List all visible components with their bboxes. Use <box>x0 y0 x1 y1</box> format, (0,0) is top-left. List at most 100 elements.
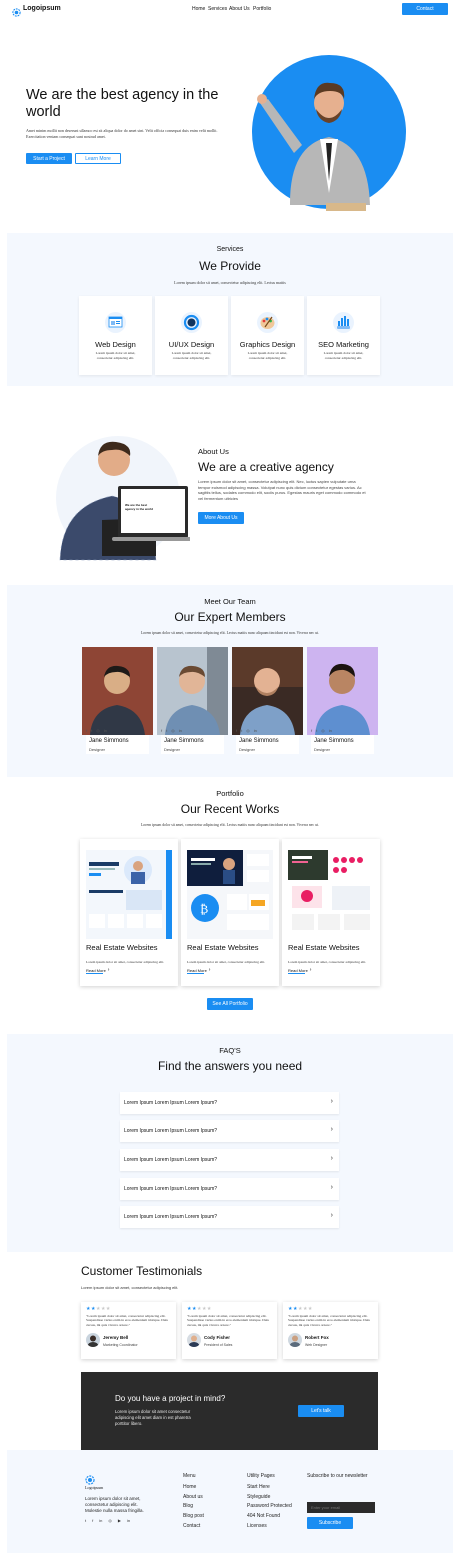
instagram-icon[interactable]: ◎ <box>321 728 325 733</box>
footer-menu-link[interactable]: Blog post <box>183 1513 204 1519</box>
uiux-design-icon <box>181 312 202 333</box>
portfolio-card[interactable]: Real Estate Websites Lorem ipsum dolor s… <box>282 839 380 986</box>
footer-utility-link[interactable]: Password Protected <box>247 1503 292 1509</box>
linkedin-icon[interactable]: in <box>179 728 182 733</box>
read-more-underline <box>288 973 305 974</box>
service-card[interactable]: UI/UX Design Lorem ipsum dolor sit amet,… <box>155 296 228 375</box>
instagram-icon[interactable]: ◎ <box>171 728 175 733</box>
rating-stars: ★★★★★ <box>187 1306 212 1312</box>
twitter-icon[interactable]: t <box>85 1518 86 1523</box>
footer-utility-link[interactable]: Start Here <box>247 1484 270 1490</box>
chevron-right-icon: › <box>330 1155 333 1162</box>
team-photo <box>232 647 303 735</box>
about-eyebrow: About Us <box>198 447 229 456</box>
member-role: Designer <box>314 747 331 752</box>
twitter-icon[interactable]: t <box>166 728 167 733</box>
subscribe-button[interactable]: Subscribe <box>307 1517 353 1529</box>
logo-text[interactable]: Logoipsum <box>23 5 61 12</box>
linkedin-icon[interactable]: in <box>254 728 257 733</box>
avatar <box>288 1333 302 1347</box>
facebook-icon[interactable]: f <box>161 728 162 733</box>
logo-icon[interactable] <box>12 4 21 17</box>
facebook-icon[interactable]: f <box>311 728 312 733</box>
portfolio-card[interactable]: ₿ Real Estate Websites Lorem ipsum dolor… <box>181 839 279 986</box>
learn-more-button[interactable]: Learn More <box>75 153 121 164</box>
portfolio-preview <box>86 850 172 939</box>
faq-item[interactable]: Lorem Ipsum Lorem Ipsum Lorem Ipsum? › <box>120 1120 339 1142</box>
footer-menu-link[interactable]: About us <box>183 1494 203 1500</box>
social-icons: f t ◎ in <box>311 728 351 733</box>
team-card[interactable]: f t ◎ in Jane Simmons Designer <box>307 647 378 754</box>
instagram-icon[interactable]: ◎ <box>246 728 250 733</box>
social-icons: f t ◎ in <box>86 728 126 733</box>
chevron-right-icon: › <box>330 1126 333 1133</box>
hero-section: We are the best agency in the world Amet… <box>0 18 460 233</box>
faq-question: Lorem Ipsum Lorem Ipsum Lorem Ipsum? <box>124 1157 218 1163</box>
twitter-icon[interactable]: t <box>91 728 92 733</box>
nav-link-home[interactable]: Home <box>192 6 205 12</box>
read-more-underline <box>187 973 204 974</box>
linkedin-icon[interactable]: in <box>104 728 107 733</box>
chevron-right-icon: › <box>330 1212 333 1219</box>
faq-question: Lorem Ipsum Lorem Ipsum Lorem Ipsum? <box>124 1186 218 1192</box>
member-name: Jane Simmons <box>164 738 204 744</box>
nav-link-services[interactable]: Services <box>208 6 227 12</box>
about-image: We are the best agency in the world <box>52 430 192 562</box>
nav-link-about[interactable]: About Us <box>229 6 250 12</box>
footer-menu-link[interactable]: Home <box>183 1484 196 1490</box>
team-card[interactable]: f t ◎ in Jane Simmons Designer <box>157 647 228 754</box>
team-card[interactable]: f t ◎ in Jane Simmons Designer <box>232 647 303 754</box>
facebook-icon[interactable]: f <box>92 1518 93 1523</box>
footer-logo-text[interactable]: Logoipsum <box>85 1485 103 1490</box>
portfolio-card[interactable]: Real Estate Websites Lorem ipsum dolor s… <box>80 839 178 986</box>
services-subtitle: Lorem ipsum dolor sit amet, consectetur … <box>174 280 286 285</box>
web-design-icon <box>105 312 126 333</box>
instagram-icon[interactable]: ◎ <box>96 728 100 733</box>
footer-logo-icon[interactable] <box>85 1472 95 1485</box>
footer <box>7 1450 453 1553</box>
footer-utility-link[interactable]: Styleguide <box>247 1494 270 1500</box>
footer-menu-link[interactable]: Blog <box>183 1503 193 1509</box>
faq-question: Lorem Ipsum Lorem Ipsum Lorem Ipsum? <box>124 1128 218 1134</box>
start-project-button[interactable]: Start a Project <box>26 153 72 164</box>
lets-talk-button[interactable]: Let's talk <box>298 1405 344 1417</box>
facebook-icon[interactable]: f <box>236 728 237 733</box>
chevron-right-icon: › <box>330 1184 333 1191</box>
member-name: Jane Simmons <box>314 738 354 744</box>
twitter-icon[interactable]: t <box>241 728 242 733</box>
see-all-portfolio-button[interactable]: See All Portfolio <box>207 998 253 1010</box>
faq-item[interactable]: Lorem Ipsum Lorem Ipsum Lorem Ipsum? › <box>120 1149 339 1171</box>
linkedin-icon[interactable]: in <box>99 1518 102 1523</box>
service-card[interactable]: Web Design Lorem ipsum dolor sit amet, c… <box>79 296 152 375</box>
contact-button[interactable]: Contact <box>402 3 448 15</box>
newsletter-email-input[interactable] <box>307 1502 375 1513</box>
hero-title: We are the best agency in the world <box>26 87 219 120</box>
faq-item[interactable]: Lorem Ipsum Lorem Ipsum Lorem Ipsum? › <box>120 1206 339 1228</box>
faq-item[interactable]: Lorem Ipsum Lorem Ipsum Lorem Ipsum? › <box>120 1092 339 1114</box>
team-card[interactable]: f t ◎ in Jane Simmons Designer <box>82 647 153 754</box>
service-card[interactable]: SEO Marketing Lorem ipsum dolor sit amet… <box>307 296 380 375</box>
team-section: Meet Our Team Our Expert Members Lorem i… <box>7 585 453 777</box>
faq-question: Lorem Ipsum Lorem Ipsum Lorem Ipsum? <box>124 1214 218 1220</box>
footer-utility-link[interactable]: 404 Not Found <box>247 1513 280 1519</box>
member-name: Jane Simmons <box>239 738 279 744</box>
instagram-icon[interactable]: ◎ <box>108 1518 112 1523</box>
footer-menu-link[interactable]: Contact <box>183 1523 200 1529</box>
team-subtitle: Lorem ipsum dolor sit amet, consectetur … <box>140 631 319 635</box>
facebook-icon[interactable]: f <box>86 728 87 733</box>
testimonials-title: Customer Testimonials <box>81 1264 203 1278</box>
footer-utility-title: Utility Pages <box>247 1473 275 1479</box>
twitter-icon[interactable]: t <box>316 728 317 733</box>
faq-item[interactable]: Lorem Ipsum Lorem Ipsum Lorem Ipsum? › <box>120 1178 339 1200</box>
cta-title: Do you have a project in mind? <box>115 1394 226 1403</box>
testimonial-role: Web Designer <box>305 1343 328 1347</box>
nav-link-portfolio[interactable]: Portfolio <box>253 6 271 12</box>
more-about-button[interactable]: More About Us <box>198 512 244 524</box>
youtube-icon[interactable]: ▶ <box>118 1518 121 1523</box>
linkedin-icon[interactable]: in <box>329 728 332 733</box>
linkedin-alt-icon[interactable]: in <box>127 1518 130 1523</box>
service-name: Web Design <box>95 340 136 349</box>
service-card[interactable]: Graphics Design Lorem ipsum dolor sit am… <box>231 296 304 375</box>
footer-utility-link[interactable]: Licenses <box>247 1523 267 1529</box>
chevron-right-icon: › <box>330 1098 333 1105</box>
